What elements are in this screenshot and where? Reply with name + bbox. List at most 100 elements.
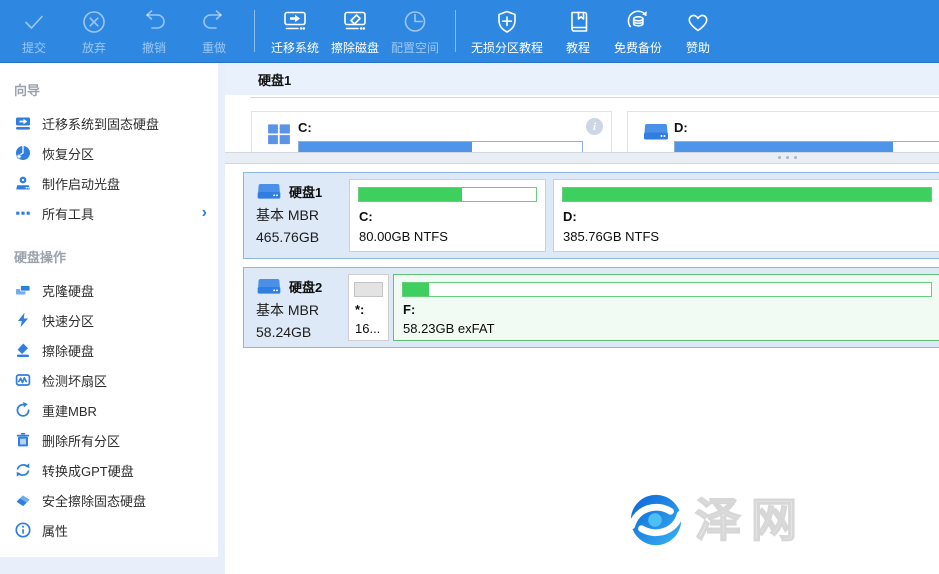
redo-label: 重做 <box>202 39 226 56</box>
free-backup-button[interactable]: 免费备份 <box>613 6 663 56</box>
tutorial-button[interactable]: 教程 <box>553 6 603 56</box>
watermark-text: 泽网 <box>695 497 807 543</box>
toolbar: 提交 放弃 撤销 重做 迁移系统 擦除磁盘 配置空间 <box>0 0 939 63</box>
sidebar-item-properties[interactable]: 属性 <box>0 515 218 545</box>
sidebar-item-wipe-disk[interactable]: 擦除硬盘 <box>0 335 218 365</box>
volume-card-c[interactable]: C: i <box>251 111 612 152</box>
donate-label: 赞助 <box>686 39 710 56</box>
erase-disk-button[interactable]: 擦除磁盘 <box>330 6 380 56</box>
sidebar-item-clone-disk[interactable]: 克隆硬盘 <box>0 275 218 305</box>
undo-icon <box>140 6 168 38</box>
sidebar-item-label: 恢复分区 <box>42 144 94 163</box>
check-icon <box>20 6 48 38</box>
sidebar-section-wizards: 向导 <box>0 69 218 108</box>
splitter-handle-icon <box>778 156 797 159</box>
watermark-logo-icon <box>625 489 687 551</box>
chevron-right-icon: › <box>202 205 207 221</box>
migrate-disk-icon <box>281 6 309 38</box>
eraser-icon <box>14 492 32 508</box>
discard-button[interactable]: 放弃 <box>69 6 119 56</box>
panel-splitter[interactable] <box>225 152 939 164</box>
sidebar-panel: 向导 迁移系统到固态硬盘 恢复分区 制作启动光盘 所有工具 › <box>0 63 218 557</box>
donate-button[interactable]: 赞助 <box>673 6 723 56</box>
toolbar-separator <box>455 10 456 52</box>
migrate-ssd-icon <box>14 115 32 131</box>
sidebar-item-convert-to-gpt[interactable]: 转换成GPT硬盘 <box>0 455 218 485</box>
partition-label: C: <box>359 209 373 224</box>
main-area: 硬盘1 C: i D: <box>225 63 939 574</box>
lossless-tutorial-label: 无损分区教程 <box>471 39 543 56</box>
undo-label: 撤销 <box>142 39 166 56</box>
erase-disk-icon <box>341 6 369 38</box>
convert-cycle-icon <box>14 462 32 478</box>
partition-usage-bar <box>402 282 932 297</box>
rebuild-mbr-icon <box>14 402 32 418</box>
bad-sector-wave-icon <box>14 372 32 388</box>
sidebar-item-migrate-os-to-ssd[interactable]: 迁移系统到固态硬盘 <box>0 108 218 138</box>
clone-disk-icon <box>14 282 32 298</box>
sidebar-item-label: 安全擦除固态硬盘 <box>42 491 146 510</box>
commit-label: 提交 <box>22 39 46 56</box>
sidebar-item-label: 擦除硬盘 <box>42 341 94 360</box>
lossless-tutorial-button[interactable]: 无损分区教程 <box>471 6 543 56</box>
volume-usage-bar <box>298 141 583 152</box>
commit-button[interactable]: 提交 <box>9 6 59 56</box>
sidebar-item-delete-all-partitions[interactable]: 删除所有分区 <box>0 425 218 455</box>
partition-f-selected[interactable]: F: 58.23GB exFAT <box>393 274 939 341</box>
info-icon[interactable]: i <box>586 118 603 135</box>
disk-tabstrip: 硬盘1 <box>225 63 939 95</box>
sidebar-item-label: 克隆硬盘 <box>42 281 94 300</box>
disk-meta: 硬盘2 基本 MBR 58.24GB <box>256 277 348 340</box>
sidebar-item-all-tools[interactable]: 所有工具 › <box>0 198 218 228</box>
disk-type: 基本 MBR <box>256 205 348 225</box>
allocate-space-button[interactable]: 配置空间 <box>390 6 440 56</box>
free-backup-label: 免费备份 <box>614 39 662 56</box>
backup-cycle-icon <box>624 6 652 38</box>
sidebar-item-recover-partition[interactable]: 恢复分区 <box>0 138 218 168</box>
disk-size: 58.24GB <box>256 324 348 340</box>
undo-button[interactable]: 撤销 <box>129 6 179 56</box>
disk-size: 465.76GB <box>256 229 348 245</box>
partition-size: 16... <box>355 321 380 336</box>
partition-c[interactable]: C: 80.00GB NTFS <box>349 179 546 252</box>
sidebar-item-label: 快速分区 <box>42 311 94 330</box>
tutorial-label: 教程 <box>566 39 590 56</box>
disk-row-1[interactable]: 硬盘1 基本 MBR 465.76GB C: 80.00GB NTFS D: 3… <box>243 172 939 259</box>
volume-usage-bar <box>674 141 939 152</box>
all-tools-icon <box>14 205 32 221</box>
redo-button[interactable]: 重做 <box>189 6 239 56</box>
shield-plus-icon <box>493 6 521 38</box>
info-circle-icon <box>14 522 32 538</box>
sidebar-item-quick-partition[interactable]: 快速分区 <box>0 305 218 335</box>
sidebar-item-label: 迁移系统到固态硬盘 <box>42 114 159 133</box>
partition-usage-fill <box>403 283 429 296</box>
sidebar: 向导 迁移系统到固态硬盘 恢复分区 制作启动光盘 所有工具 › <box>0 63 225 574</box>
tab-disk1[interactable]: 硬盘1 <box>258 70 291 89</box>
sidebar-item-secure-erase-ssd[interactable]: 安全擦除固态硬盘 <box>0 485 218 515</box>
partition-unformatted[interactable]: *: 16... <box>348 274 389 341</box>
sidebar-item-label: 所有工具 <box>42 204 94 223</box>
sidebar-item-make-bootable-media[interactable]: 制作启动光盘 <box>0 168 218 198</box>
pie-space-icon <box>401 6 429 38</box>
brush-icon <box>14 342 32 358</box>
volume-overview: C: i D: <box>225 98 939 152</box>
partition-d[interactable]: D: 385.76GB NTFS <box>553 179 939 252</box>
sidebar-section-disk-operations: 硬盘操作 <box>0 236 218 275</box>
disk-row-2[interactable]: 硬盘2 基本 MBR 58.24GB *: 16... F: 58.23GB e… <box>243 267 939 348</box>
redo-icon <box>200 6 228 38</box>
disk-icon <box>256 183 282 200</box>
sidebar-item-label: 重建MBR <box>42 401 97 420</box>
partition-label: D: <box>563 209 577 224</box>
partition-size: 80.00GB NTFS <box>359 229 448 244</box>
volume-label: D: <box>674 120 688 135</box>
sidebar-item-check-bad-sectors[interactable]: 检测坏扇区 <box>0 365 218 395</box>
disk-icon <box>256 278 282 295</box>
partition-usage-fill <box>563 188 931 201</box>
book-icon <box>564 6 592 38</box>
migrate-system-button[interactable]: 迁移系统 <box>270 6 320 56</box>
windows-logo-icon <box>267 122 291 146</box>
disk-type: 基本 MBR <box>256 300 348 320</box>
sidebar-item-rebuild-mbr[interactable]: 重建MBR <box>0 395 218 425</box>
bootable-media-icon <box>14 175 32 191</box>
volume-card-d[interactable]: D: <box>627 111 939 152</box>
